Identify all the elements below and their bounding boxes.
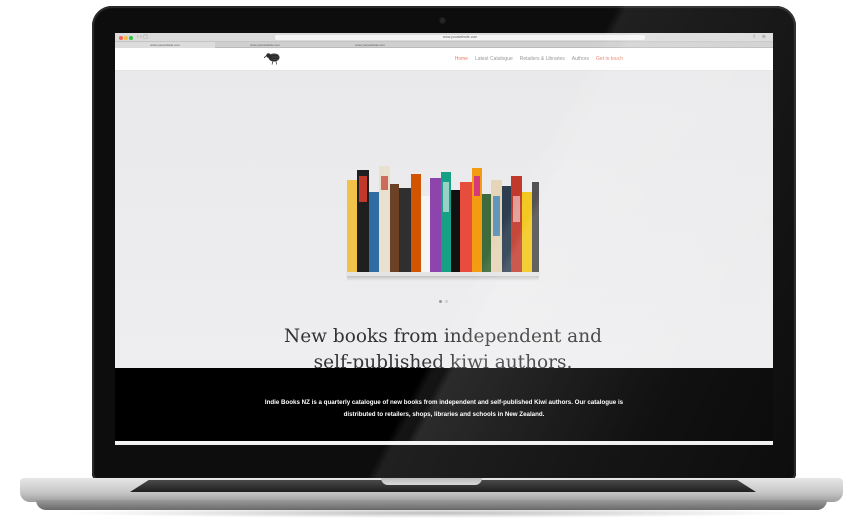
camera bbox=[440, 18, 445, 23]
kiwi-bird-icon[interactable] bbox=[264, 51, 282, 65]
minimize-window-button[interactable] bbox=[124, 36, 128, 40]
address-bar-url: www.yourwebsite.com bbox=[442, 35, 478, 39]
nav-latest-catalogue[interactable]: Latest Catalogue bbox=[475, 56, 513, 62]
maximize-window-button[interactable] bbox=[129, 36, 133, 40]
section-divider bbox=[115, 441, 773, 444]
site-header: Home Latest Catalogue Retailers & Librar… bbox=[115, 48, 773, 71]
browser-toolbar: ‹ › ▢ www.yourwebsite.com ⇧ ⊕ bbox=[115, 33, 773, 42]
back-forward-icon[interactable]: ‹ › ▢ bbox=[137, 34, 148, 40]
address-bar[interactable]: www.yourwebsite.com bbox=[275, 35, 645, 40]
browser-actions-icon[interactable]: ⇧ ⊕ bbox=[752, 34, 768, 40]
nav-authors[interactable]: Authors bbox=[572, 56, 589, 62]
main-nav: Home Latest Catalogue Retailers & Librar… bbox=[455, 56, 623, 62]
carousel-dots bbox=[439, 300, 448, 303]
laptop-notch bbox=[381, 478, 482, 485]
nav-get-in-touch[interactable]: Get in touch bbox=[596, 56, 623, 62]
carousel-dot[interactable] bbox=[445, 300, 448, 303]
about-section: Indie Books NZ is a quarterly catalogue … bbox=[115, 368, 773, 441]
bookshelf-illustration bbox=[346, 166, 540, 281]
laptop-screen: ‹ › ▢ www.yourwebsite.com ⇧ ⊕ www.yourwe… bbox=[115, 33, 773, 445]
about-text: Indie Books NZ is a quarterly catalogue … bbox=[264, 399, 624, 418]
hero-section: New books from independent and self-publ… bbox=[115, 71, 773, 373]
carousel-dot[interactable] bbox=[439, 300, 442, 303]
nav-home[interactable]: Home bbox=[455, 56, 468, 62]
hero-tagline-line: New books from independent and bbox=[284, 326, 602, 347]
close-window-button[interactable] bbox=[119, 36, 123, 40]
nav-retailers-libraries[interactable]: Retailers & Libraries bbox=[520, 56, 565, 62]
laptop-shadow bbox=[60, 508, 803, 518]
